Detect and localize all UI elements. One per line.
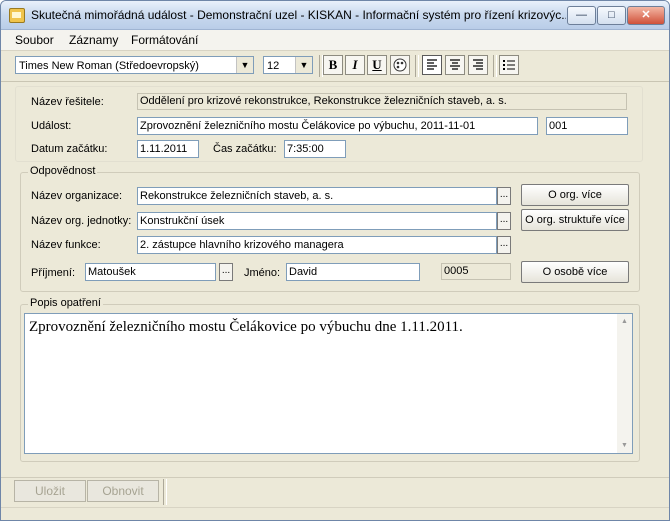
name-label: Jméno: (244, 267, 281, 279)
org-browse-button[interactable]: ... (497, 187, 511, 205)
align-right-icon (473, 59, 483, 70)
app-icon (9, 8, 25, 23)
chevron-down-icon[interactable]: ▼ (295, 57, 312, 73)
palette-icon (393, 58, 407, 72)
surname-label: Příjmení: (31, 267, 76, 279)
udalost-field[interactable]: Zprovoznění železničního mostu Čelákovic… (137, 117, 538, 135)
toolbar-separator (415, 55, 419, 77)
minimize-button[interactable]: — (567, 6, 596, 25)
window: Skutečná mimořádná událost - Demonstračn… (0, 0, 670, 521)
org-label: Název organizace: (31, 190, 123, 202)
toolbar-separator (493, 55, 497, 77)
menu-formatovani[interactable]: Formátování (131, 33, 198, 47)
surname-field[interactable]: Matoušek (85, 263, 216, 281)
menu-zaznamy[interactable]: Záznamy (69, 33, 118, 47)
align-left-button[interactable] (422, 55, 442, 75)
func-label: Název funkce: (31, 239, 101, 251)
datum-label: Datum začátku: (31, 143, 108, 155)
udalost-code-field[interactable]: 001 (546, 117, 628, 135)
bullet-list-icon (503, 60, 515, 70)
popis-textarea[interactable]: Zprovoznění železničního mostu Čelákovic… (24, 313, 633, 454)
align-right-button[interactable] (468, 55, 488, 75)
window-title: Skutečná mimořádná událost - Demonstračn… (31, 8, 566, 22)
size-select[interactable]: 12 ▼ (263, 56, 313, 74)
align-left-icon (427, 59, 437, 70)
org-field[interactable]: Rekonstrukce železničních staveb, a. s. (137, 187, 497, 205)
maximize-button[interactable]: □ (597, 6, 626, 25)
font-select[interactable]: Times New Roman (Středoevropský) ▼ (15, 56, 254, 74)
menu-bar: Soubor Záznamy Formátování (1, 30, 669, 51)
underline-button[interactable]: U (367, 55, 387, 75)
font-select-value: Times New Roman (Středoevropský) (19, 60, 199, 72)
datum-field[interactable]: 1.11.2011 (137, 140, 199, 158)
size-select-value: 12 (267, 60, 280, 72)
udalost-label: Událost: (31, 120, 72, 132)
unit-browse-button[interactable]: ... (497, 212, 511, 230)
color-button[interactable] (390, 55, 410, 75)
title-bar[interactable]: Skutečná mimořádná událost - Demonstračn… (1, 1, 669, 30)
surname-browse-button[interactable]: ... (219, 263, 233, 281)
bullet-list-button[interactable] (499, 55, 519, 75)
align-center-icon (450, 59, 460, 70)
save-button[interactable]: Uložit (14, 480, 86, 502)
func-field[interactable]: 2. zástupce hlavního krizového managera (137, 236, 497, 254)
menu-soubor[interactable]: Soubor (15, 33, 54, 47)
resitel-field: Oddělení pro krizové rekonstrukce, Rekon… (137, 93, 627, 110)
bold-button[interactable]: B (323, 55, 343, 75)
cas-label: Čas začátku: (213, 143, 277, 155)
refresh-button[interactable]: Obnovit (87, 480, 159, 502)
popis-text: Zprovoznění železničního mostu Čelákovic… (29, 319, 463, 335)
func-browse-button[interactable]: ... (497, 236, 511, 254)
name-field[interactable]: David (286, 263, 420, 281)
resitel-label: Název řešitele: (31, 96, 104, 108)
chevron-down-icon[interactable]: ▼ (236, 57, 253, 73)
unit-label: Název org. jednotky: (31, 215, 132, 227)
person-code-field: 0005 (441, 263, 511, 280)
odpovednost-title: Odpovědnost (28, 165, 98, 177)
italic-button[interactable]: I (345, 55, 365, 75)
vertical-scrollbar[interactable]: ▲ ▼ (617, 314, 632, 453)
popis-title: Popis opatření (28, 297, 103, 309)
scroll-up-icon[interactable]: ▲ (621, 318, 628, 325)
align-center-button[interactable] (445, 55, 465, 75)
scroll-down-icon[interactable]: ▼ (621, 442, 628, 449)
status-bar (1, 507, 669, 520)
cas-field[interactable]: 7:35:00 (284, 140, 346, 158)
bottom-separator (163, 479, 167, 505)
org-more-button[interactable]: O org. více (521, 184, 629, 206)
close-button[interactable]: ✕ (627, 6, 665, 25)
org-structure-button[interactable]: O org. struktuře více (521, 209, 629, 231)
unit-field[interactable]: Konstrukční úsek (137, 212, 497, 230)
person-more-button[interactable]: O osobě více (521, 261, 629, 283)
